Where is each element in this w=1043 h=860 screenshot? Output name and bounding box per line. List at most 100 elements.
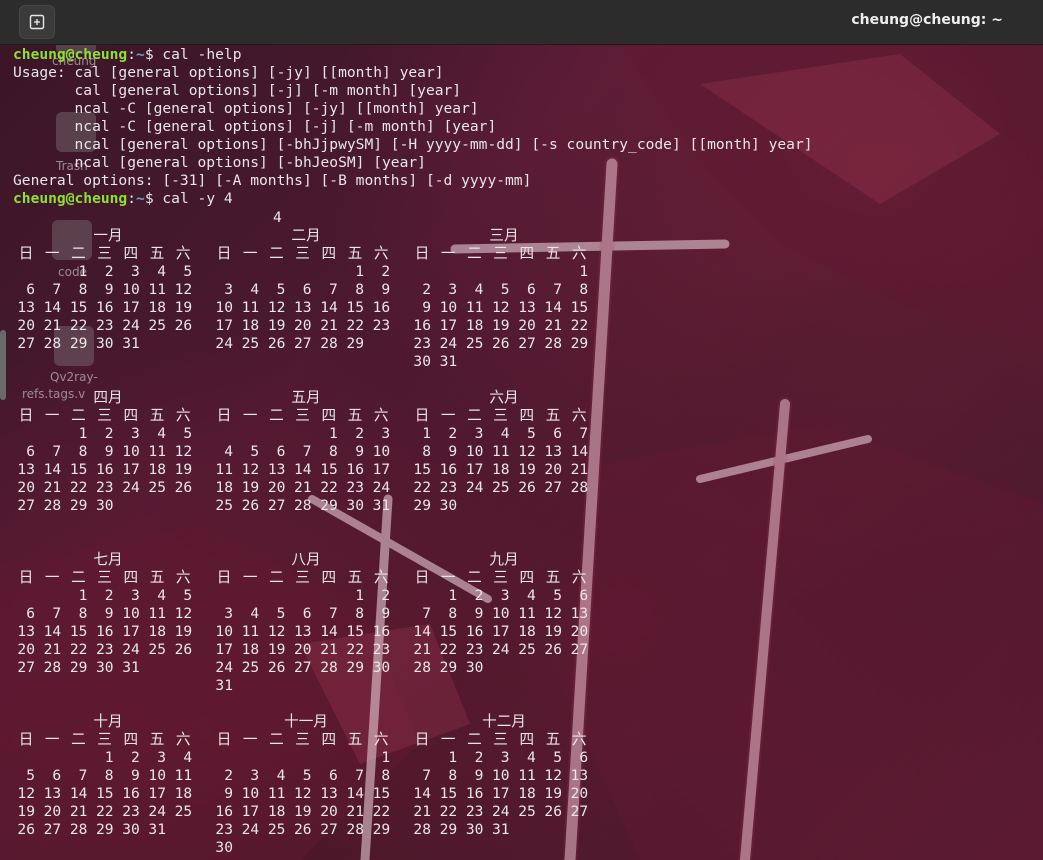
day-cell: 7 bbox=[52, 605, 62, 622]
day-cell: 30 bbox=[346, 497, 364, 514]
day-cell: 5 bbox=[26, 767, 35, 784]
day-cell: 15 bbox=[346, 299, 364, 316]
day-cell: 29 bbox=[439, 821, 458, 838]
day-cell: 30 bbox=[413, 353, 431, 370]
day-cell: 17 bbox=[372, 461, 391, 478]
scrollbar-handle[interactable] bbox=[0, 330, 6, 400]
day-cell: 3 bbox=[131, 587, 140, 604]
day-cell: 30 bbox=[372, 659, 391, 676]
new-tab-icon bbox=[29, 14, 45, 30]
weekday-label: 一 bbox=[242, 245, 258, 262]
day-cell: 30 bbox=[465, 821, 484, 838]
weekday-label: 四 bbox=[321, 407, 337, 424]
weekday-label: 六 bbox=[175, 569, 191, 586]
weekday-label: 三 bbox=[493, 731, 508, 748]
calendar-year: 4 bbox=[273, 209, 282, 226]
day-cell: 9 bbox=[104, 605, 114, 622]
day-cell: 7 bbox=[78, 767, 88, 784]
day-cell: 3 bbox=[131, 425, 140, 442]
day-cell: 3 bbox=[131, 263, 140, 280]
day-cell: 16 bbox=[372, 299, 391, 316]
prompt-path: ~ bbox=[136, 46, 145, 63]
day-cell: 21 bbox=[43, 317, 62, 334]
day-cell: 3 bbox=[500, 749, 510, 766]
day-cell: 20 bbox=[17, 479, 35, 496]
day-cell: 6 bbox=[302, 281, 312, 298]
day-cell: 8 bbox=[329, 443, 338, 460]
day-cell: 30 bbox=[96, 659, 114, 676]
day-cell: 29 bbox=[346, 335, 364, 352]
day-cell: 25 bbox=[492, 479, 510, 496]
weekday-label: 五 bbox=[545, 245, 561, 262]
day-cell: 2 bbox=[474, 749, 484, 766]
weekday-label: 日 bbox=[216, 569, 232, 586]
weekday-label: 一 bbox=[440, 407, 456, 424]
weekday-label: 六 bbox=[175, 245, 191, 262]
day-cell: 19 bbox=[267, 641, 286, 658]
day-cell: 6 bbox=[579, 587, 589, 604]
weekday-label: 二 bbox=[467, 569, 482, 586]
day-cell: 16 bbox=[372, 623, 391, 640]
month-name: 十二月 bbox=[482, 713, 526, 730]
weekday-label: 日 bbox=[414, 731, 430, 748]
month-name: 二月 bbox=[291, 227, 321, 244]
day-cell: 22 bbox=[439, 803, 458, 820]
weekday-label: 四 bbox=[519, 731, 535, 748]
day-cell: 27 bbox=[17, 659, 35, 676]
day-cell: 11 bbox=[492, 443, 510, 460]
weekday-label: 三 bbox=[493, 407, 508, 424]
day-cell: 26 bbox=[518, 479, 536, 496]
day-cell: 1 bbox=[579, 263, 589, 280]
weekday-label: 一 bbox=[440, 731, 456, 748]
day-cell: 28 bbox=[544, 335, 562, 352]
weekday-label: 二 bbox=[71, 245, 86, 262]
day-cell: 18 bbox=[267, 803, 286, 820]
day-cell: 7 bbox=[329, 281, 338, 298]
day-cell: 2 bbox=[448, 425, 458, 442]
day-cell: 14 bbox=[413, 623, 431, 640]
day-cell: 22 bbox=[69, 479, 88, 496]
new-tab-button[interactable] bbox=[19, 5, 55, 39]
weekday-label: 四 bbox=[519, 407, 535, 424]
day-cell: 6 bbox=[329, 767, 338, 784]
day-cell: 13 bbox=[570, 605, 589, 622]
day-cell: 26 bbox=[267, 659, 286, 676]
day-cell: 8 bbox=[355, 281, 364, 298]
day-cell: 12 bbox=[17, 785, 35, 802]
prompt-command: $ cal -y 4 bbox=[144, 190, 233, 207]
weekday-label: 日 bbox=[414, 407, 430, 424]
prompt-command: $ cal -help bbox=[144, 46, 242, 63]
day-cell: 22 bbox=[372, 803, 391, 820]
day-cell: 27 bbox=[320, 821, 338, 838]
day-cell: 6 bbox=[302, 605, 312, 622]
weekday-label: 三 bbox=[97, 407, 112, 424]
day-cell: 26 bbox=[17, 821, 35, 838]
day-cell: 6 bbox=[276, 443, 286, 460]
day-cell: 8 bbox=[78, 443, 88, 460]
day-cell: 8 bbox=[78, 281, 88, 298]
weekday-label: 日 bbox=[18, 407, 34, 424]
day-cell: 19 bbox=[174, 299, 193, 316]
day-cell: 20 bbox=[544, 461, 562, 478]
day-cell: 11 bbox=[148, 605, 166, 622]
weekday-label: 三 bbox=[97, 569, 112, 586]
day-cell: 14 bbox=[43, 623, 62, 640]
day-cell: 19 bbox=[17, 803, 35, 820]
day-cell: 7 bbox=[52, 281, 62, 298]
day-cell: 23 bbox=[346, 479, 364, 496]
day-cell: 4 bbox=[157, 587, 166, 604]
day-cell: 6 bbox=[26, 605, 35, 622]
day-cell: 21 bbox=[320, 641, 338, 658]
day-cell: 13 bbox=[17, 623, 35, 640]
day-cell: 5 bbox=[553, 749, 562, 766]
day-cell: 22 bbox=[346, 641, 364, 658]
day-cell: 27 bbox=[518, 335, 536, 352]
day-cell: 21 bbox=[320, 317, 338, 334]
day-cell: 25 bbox=[518, 641, 536, 658]
day-cell: 31 bbox=[439, 353, 458, 370]
day-cell: 16 bbox=[413, 317, 431, 334]
weekday-label: 三 bbox=[295, 569, 310, 586]
day-cell: 14 bbox=[544, 299, 562, 316]
day-cell: 24 bbox=[215, 659, 233, 676]
day-cell: 26 bbox=[267, 335, 286, 352]
